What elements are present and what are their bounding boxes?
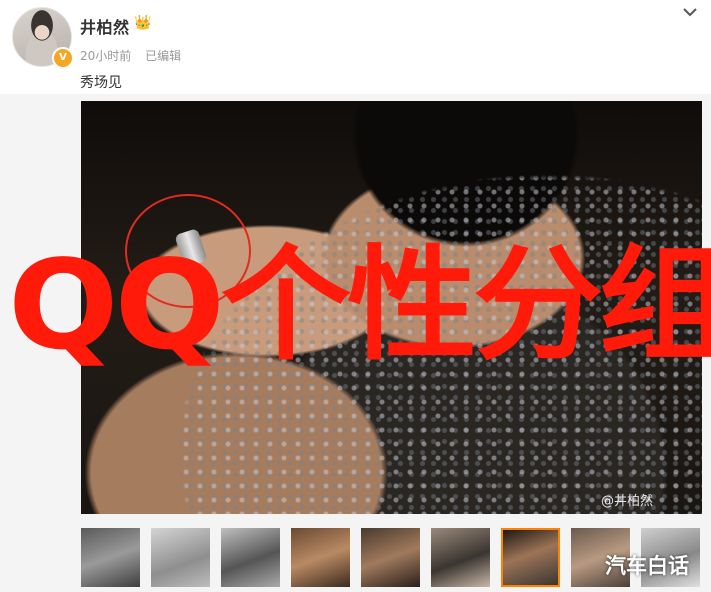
chevron-down-icon[interactable]	[680, 4, 700, 20]
verified-badge-icon: V	[52, 47, 74, 69]
corner-watermark: 汽车白话	[605, 554, 689, 578]
post-header: V 井柏然 👑 20小时前 已编辑 秀场见	[0, 0, 711, 94]
thumbnail-6[interactable]	[431, 528, 490, 587]
thumbnail-1[interactable]	[81, 528, 140, 587]
post-meta: 20小时前 已编辑	[80, 47, 191, 64]
photo-watermark: @井柏然	[601, 494, 654, 509]
user-name[interactable]: 井柏然	[80, 14, 130, 38]
thumbnail-3[interactable]	[221, 528, 280, 587]
crown-icon: 👑	[134, 15, 152, 31]
post-text: 秀场见	[80, 75, 122, 91]
avatar[interactable]: V	[12, 7, 74, 69]
edited-label: 已编辑	[145, 49, 182, 63]
thumbnail-7-active[interactable]	[501, 528, 560, 587]
post-time[interactable]: 20小时前	[80, 49, 131, 63]
thumbnail-2[interactable]	[151, 528, 210, 587]
thumbnail-5[interactable]	[361, 528, 420, 587]
overlay-caption: QQ个性分组	[8, 232, 711, 378]
thumbnail-4[interactable]	[291, 528, 350, 587]
